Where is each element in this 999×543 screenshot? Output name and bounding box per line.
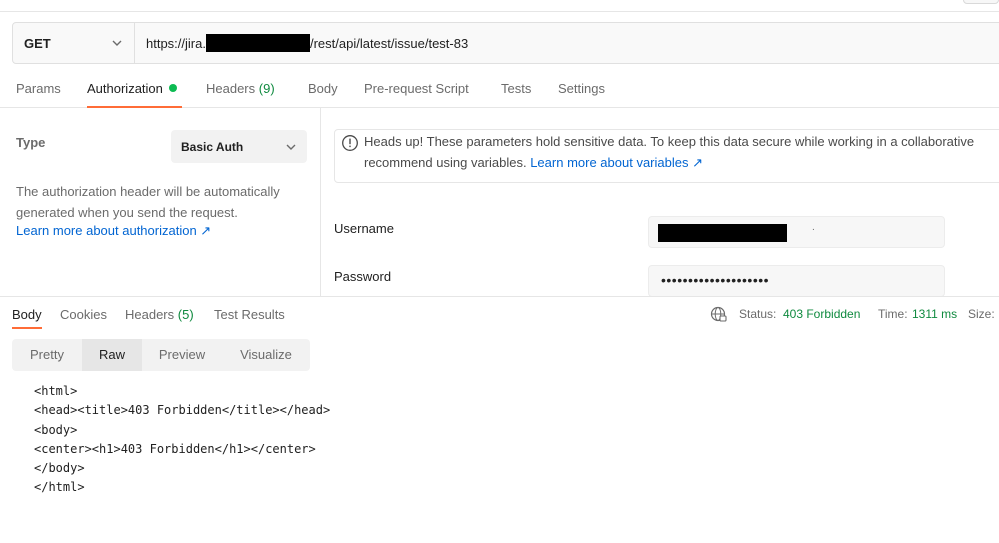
time-value[interactable]: 1311 ms [912, 307, 957, 321]
username-trailing-dot: . [812, 222, 815, 233]
type-label: Type [16, 135, 46, 150]
auth-type-select[interactable]: Basic Auth [171, 130, 307, 163]
chevron-down-icon [286, 144, 296, 150]
code-line: </body> [34, 461, 85, 476]
url-prefix: https://jira. [146, 35, 206, 51]
auth-description: The authorization header will be automat… [16, 184, 280, 220]
top-strip [0, 0, 999, 12]
sensitive-data-notice: Heads up! These parameters hold sensitiv… [334, 129, 999, 183]
tab-headers[interactable]: Headers (9) [206, 81, 275, 96]
tab-body[interactable]: Body [308, 81, 338, 96]
url-input[interactable]: https://jira. /rest/api/latest/issue/tes… [135, 23, 999, 63]
tab-params[interactable]: Params [16, 81, 61, 96]
response-body-code[interactable]: <html> <head><title>403 Forbidden</title>… [34, 382, 330, 498]
active-dot-icon [168, 84, 177, 92]
learn-more-variables-link[interactable]: Learn more about variables ↗ [530, 155, 703, 170]
size-label: Size: [968, 307, 995, 321]
alert-info-icon [342, 135, 358, 151]
password-field[interactable]: •••••••••••••••••••• [648, 265, 945, 297]
view-tab-visualize[interactable]: Visualize [222, 339, 310, 371]
username-label: Username [334, 221, 394, 236]
method-label: GET [24, 35, 51, 51]
globe-lock-icon[interactable] [710, 306, 727, 323]
request-tabs: Params Authorization Headers (9) Body Pr… [0, 72, 999, 108]
auth-type-value: Basic Auth [181, 139, 244, 154]
body-view-tabs: Pretty Raw Preview Visualize [12, 339, 310, 371]
tab-tests[interactable]: Tests [501, 81, 531, 96]
tab-pre-request-script[interactable]: Pre-request Script [364, 81, 469, 96]
url-suffix: /rest/api/latest/issue/test-83 [309, 35, 469, 51]
status-label: Status: [739, 307, 777, 321]
tab-response-headers[interactable]: Headers (5) [125, 307, 194, 322]
active-tab-underline [12, 327, 42, 329]
notice-text: Heads up! These parameters hold sensitiv… [364, 134, 975, 149]
status-value[interactable]: 403 Forbidden [783, 307, 860, 321]
method-select[interactable]: GET [13, 23, 135, 63]
code-line: <head><title>403 Forbidden</title></head… [34, 403, 331, 418]
code-line: <center><h1>403 Forbidden</h1></center> [34, 441, 316, 456]
code-line: </html> [34, 480, 85, 495]
redacted-username [658, 224, 787, 242]
time-label: Time: [878, 307, 908, 321]
auth-type-panel: Type Basic Auth The authorization header… [0, 108, 321, 296]
tab-test-results[interactable]: Test Results [214, 307, 285, 322]
password-mask: •••••••••••••••••••• [661, 272, 770, 288]
tab-cookies[interactable]: Cookies [60, 307, 107, 322]
request-url-bar: GET https://jira. /rest/api/latest/issue… [12, 22, 999, 64]
username-field[interactable]: . [648, 216, 945, 248]
redacted-host [205, 34, 310, 52]
view-tab-raw[interactable]: Raw [82, 339, 142, 371]
chevron-down-icon [112, 40, 122, 46]
learn-more-authorization-link[interactable]: Learn more about authorization ↗ [16, 223, 211, 239]
tab-settings[interactable]: Settings [558, 81, 605, 96]
auth-credentials-panel: Heads up! These parameters hold sensitiv… [321, 108, 999, 297]
tab-authorization[interactable]: Authorization [87, 81, 177, 96]
password-label: Password [334, 269, 392, 284]
code-line: <html> [34, 384, 78, 398]
notice-text-2: recommend using variables. Learn more ab… [364, 155, 703, 170]
tab-response-body[interactable]: Body [12, 307, 42, 322]
toolbar-button-stub[interactable] [963, 0, 999, 4]
view-tab-preview[interactable]: Preview [142, 339, 222, 371]
view-tab-pretty[interactable]: Pretty [12, 339, 82, 371]
response-tabs: Body Cookies Headers (5) Test Results St… [0, 296, 999, 332]
code-line: <body> [34, 422, 78, 437]
